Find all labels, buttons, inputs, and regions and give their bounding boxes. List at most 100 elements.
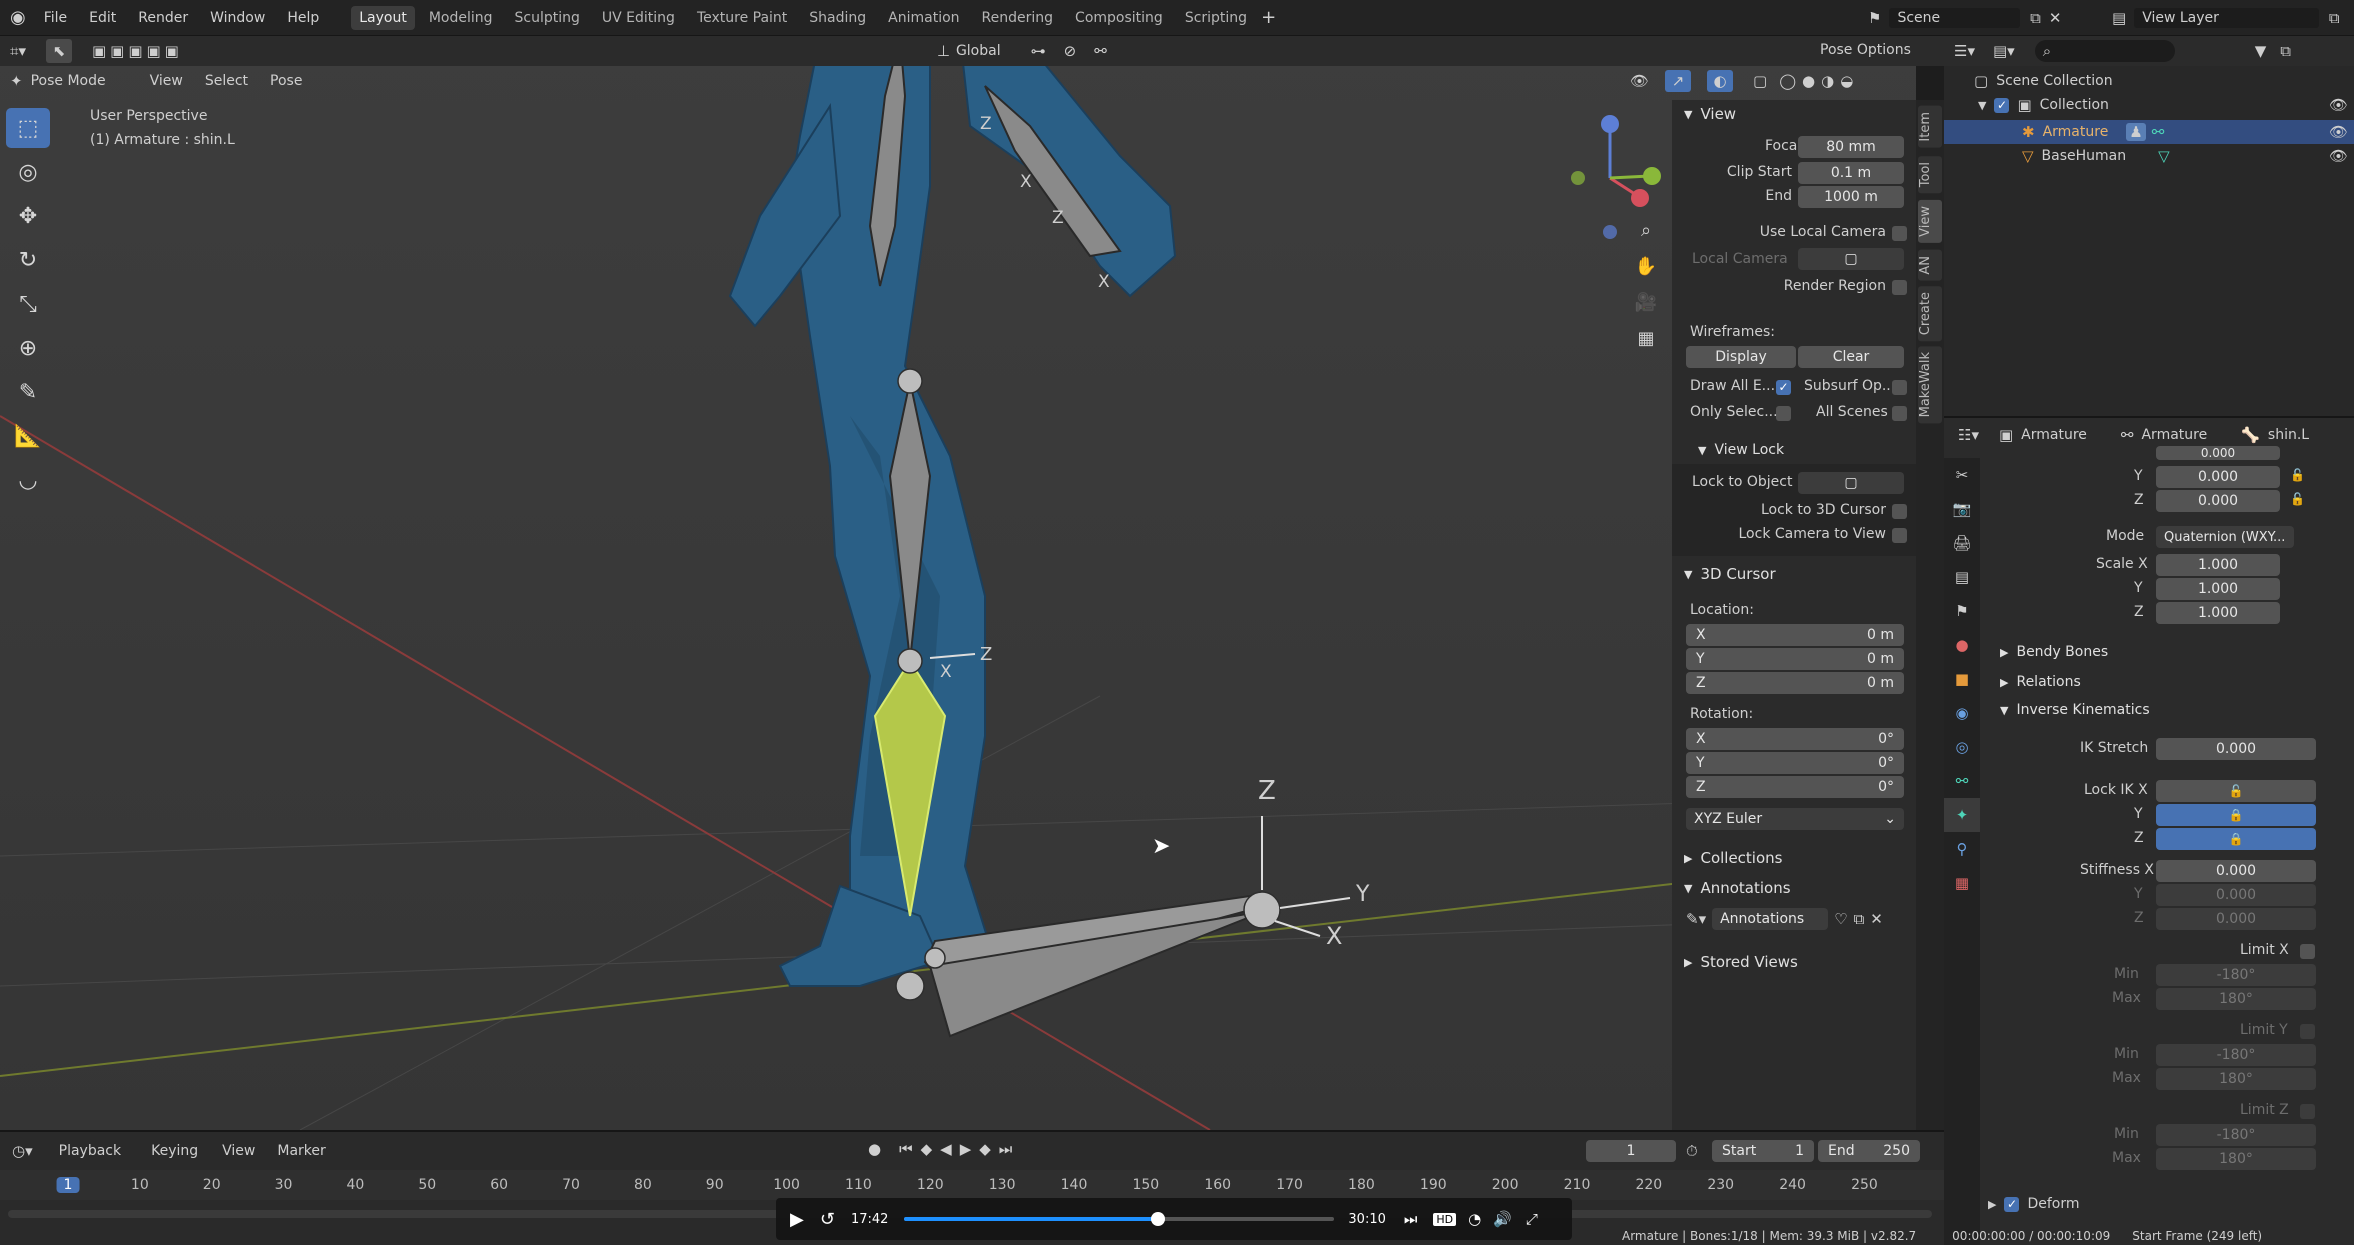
display-button[interactable]: Display: [1686, 346, 1796, 368]
render-tab-icon[interactable]: 📷: [1944, 492, 1980, 526]
replay-10-icon[interactable]: ↺: [820, 1209, 835, 1230]
cursor-location-x-field[interactable]: X 0 m: [1686, 624, 1904, 646]
playback-menu[interactable]: Playback: [59, 1143, 121, 1159]
scale-x-field[interactable]: 1.000: [2156, 554, 2280, 576]
new-collection-icon[interactable]: ⧉: [2280, 42, 2291, 60]
3d-viewport[interactable]: Z Z X X Z X Z Y X ➤ ⌗▾ Pose Mode View Se…: [0, 36, 1916, 1130]
limit-y-checkbox[interactable]: [2300, 1024, 2315, 1039]
add-workspace-icon[interactable]: +: [1261, 7, 1276, 28]
physics-tab-icon[interactable]: ◎: [1944, 730, 1980, 764]
limit-y-min-field[interactable]: -180°: [2156, 1044, 2316, 1066]
tab-uv-editing[interactable]: UV Editing: [594, 6, 683, 30]
tab-shading[interactable]: Shading: [801, 6, 874, 30]
limit-z-max-field[interactable]: 180°: [2156, 1148, 2316, 1170]
orientation-selector[interactable]: Global: [956, 43, 1001, 59]
cursor-location-y-field[interactable]: Y 0 m: [1686, 648, 1904, 670]
play-reverse-icon[interactable]: ◀: [940, 1140, 952, 1158]
render-region-checkbox[interactable]: [1892, 280, 1907, 295]
focal-length-field[interactable]: 80 mm: [1798, 136, 1904, 158]
cursor-rotation-z-field[interactable]: Z 0°: [1686, 776, 1904, 798]
annotation-layer-icon[interactable]: ✎▾: [1686, 910, 1706, 928]
zoom-icon[interactable]: ⌕: [1628, 212, 1664, 248]
world-tab-icon[interactable]: ●: [1944, 628, 1980, 662]
deform-header[interactable]: ▶ Deform: [1988, 1196, 2080, 1212]
snap-icon[interactable]: ⊘: [1064, 42, 1077, 60]
limit-z-checkbox[interactable]: [2300, 1104, 2315, 1119]
skip-next-icon[interactable]: ⏭: [1404, 1210, 1418, 1228]
texture-tab-icon[interactable]: ▦: [1944, 866, 1980, 900]
measure-tool-icon[interactable]: 📐: [6, 416, 50, 456]
cursor-tool-icon[interactable]: ◎: [6, 152, 50, 192]
tab-an[interactable]: AN: [1918, 250, 1942, 281]
delete-scene-icon[interactable]: ✕: [2049, 9, 2062, 27]
keying-menu[interactable]: Keying: [151, 1143, 198, 1159]
use-local-camera-checkbox[interactable]: [1892, 226, 1907, 241]
viewport-menu-view[interactable]: View: [150, 73, 183, 89]
annotations-header[interactable]: ▼ Annotations: [1672, 874, 1916, 902]
menu-render[interactable]: Render: [138, 10, 188, 26]
end-frame-field[interactable]: End 250: [1818, 1140, 1920, 1162]
lock-camera-checkbox[interactable]: [1892, 528, 1907, 543]
menu-file[interactable]: File: [44, 10, 67, 26]
lock-to-object-field[interactable]: ▢: [1798, 472, 1904, 494]
shading-wire-icon[interactable]: ◯: [1779, 72, 1796, 90]
new-view-layer-icon[interactable]: ⧉: [2329, 9, 2340, 27]
visibility-icon[interactable]: 👁: [1630, 72, 1649, 90]
rotation-mode-dropdown[interactable]: Quaternion (WXY...: [2156, 526, 2294, 548]
outliner-row-basehuman[interactable]: ▽ BaseHuman ▽ 👁: [1944, 144, 2354, 168]
gizmo-toggle-icon[interactable]: ↗: [1665, 70, 1692, 92]
display-mode-icon[interactable]: ▤▾: [1993, 42, 2015, 60]
outliner-row-armature[interactable]: ✱ Armature ♟ ⚯ 👁: [1944, 120, 2354, 144]
limit-y-max-field[interactable]: 180°: [2156, 1068, 2316, 1090]
video-progress-handle[interactable]: [1151, 1212, 1166, 1226]
viewport-menu-select[interactable]: Select: [205, 73, 248, 89]
inverse-kinematics-header[interactable]: ▼ Inverse Kinematics: [1988, 696, 2348, 724]
lock-icon[interactable]: 🔓: [2290, 492, 2305, 506]
shading-material-icon[interactable]: ◑: [1821, 72, 1834, 90]
limit-x-checkbox[interactable]: [2300, 944, 2315, 959]
filter-icon[interactable]: ▼: [2255, 42, 2267, 60]
stored-views-header[interactable]: ▶ Stored Views: [1672, 948, 1916, 976]
location-y-field[interactable]: 0.000: [2156, 466, 2280, 488]
outliner-row-collection[interactable]: ▼ ▣ Collection 👁: [1978, 96, 2348, 114]
lock-ik-z-toggle[interactable]: 🔒: [2156, 828, 2316, 850]
menu-help[interactable]: Help: [287, 10, 319, 26]
rotate-tool-icon[interactable]: ↻: [6, 240, 50, 280]
record-icon[interactable]: ●: [868, 1140, 881, 1158]
tab-compositing[interactable]: Compositing: [1067, 6, 1171, 30]
limit-x-min-field[interactable]: -180°: [2156, 964, 2316, 986]
tab-rendering[interactable]: Rendering: [974, 6, 1062, 30]
timeline-view-menu[interactable]: View: [222, 1143, 255, 1159]
stiffness-x-field[interactable]: 0.000: [2156, 860, 2316, 882]
menu-edit[interactable]: Edit: [89, 10, 116, 26]
clip-end-field[interactable]: 1000 m: [1798, 186, 1904, 208]
video-progress-bar[interactable]: [904, 1212, 1335, 1226]
volume-icon[interactable]: 🔊: [1493, 1210, 1512, 1228]
lock-ik-y-toggle[interactable]: 🔒: [2156, 804, 2316, 826]
fake-user-icon[interactable]: ♡: [1834, 910, 1847, 928]
relations-header[interactable]: ▶ Relations: [1988, 668, 2348, 696]
preview-range-icon[interactable]: ⏱: [1686, 1142, 1698, 1160]
view-section-header[interactable]: ▼ View: [1672, 100, 1916, 128]
clear-button[interactable]: Clear: [1798, 346, 1904, 368]
scale-tool-icon[interactable]: ⤡: [6, 284, 50, 324]
collections-header[interactable]: ▶ Collections: [1672, 844, 1916, 872]
clip-start-field[interactable]: 0.1 m: [1798, 162, 1904, 184]
outliner-search-input[interactable]: ⌕: [2034, 40, 2175, 62]
proportional-edit-icon[interactable]: ⚯: [1094, 42, 1107, 60]
lock-icon[interactable]: 🔓: [2290, 468, 2305, 482]
limit-z-min-field[interactable]: -180°: [2156, 1124, 2316, 1146]
tab-create[interactable]: Create: [1918, 286, 1942, 342]
move-tool-icon[interactable]: ✥: [6, 196, 50, 236]
transform-tool-icon[interactable]: ⊕: [6, 328, 50, 368]
bendy-bones-header[interactable]: ▶ Bendy Bones: [1988, 638, 2348, 666]
scene-selector[interactable]: ⚑ Scene ⧉ ✕: [1868, 6, 2061, 30]
eye-icon[interactable]: 👁: [2329, 147, 2348, 165]
blender-logo-icon[interactable]: ◉: [10, 7, 26, 28]
tab-modeling[interactable]: Modeling: [421, 6, 501, 30]
output-tab-icon[interactable]: 🖨: [1944, 526, 1980, 560]
view-layer-selector[interactable]: ▤ View Layer ⧉: [2112, 6, 2340, 30]
editor-type-icon[interactable]: ☰▾: [1954, 42, 1975, 60]
local-camera-field[interactable]: ▢: [1798, 248, 1904, 270]
current-frame-field[interactable]: 1: [1586, 1140, 1676, 1162]
